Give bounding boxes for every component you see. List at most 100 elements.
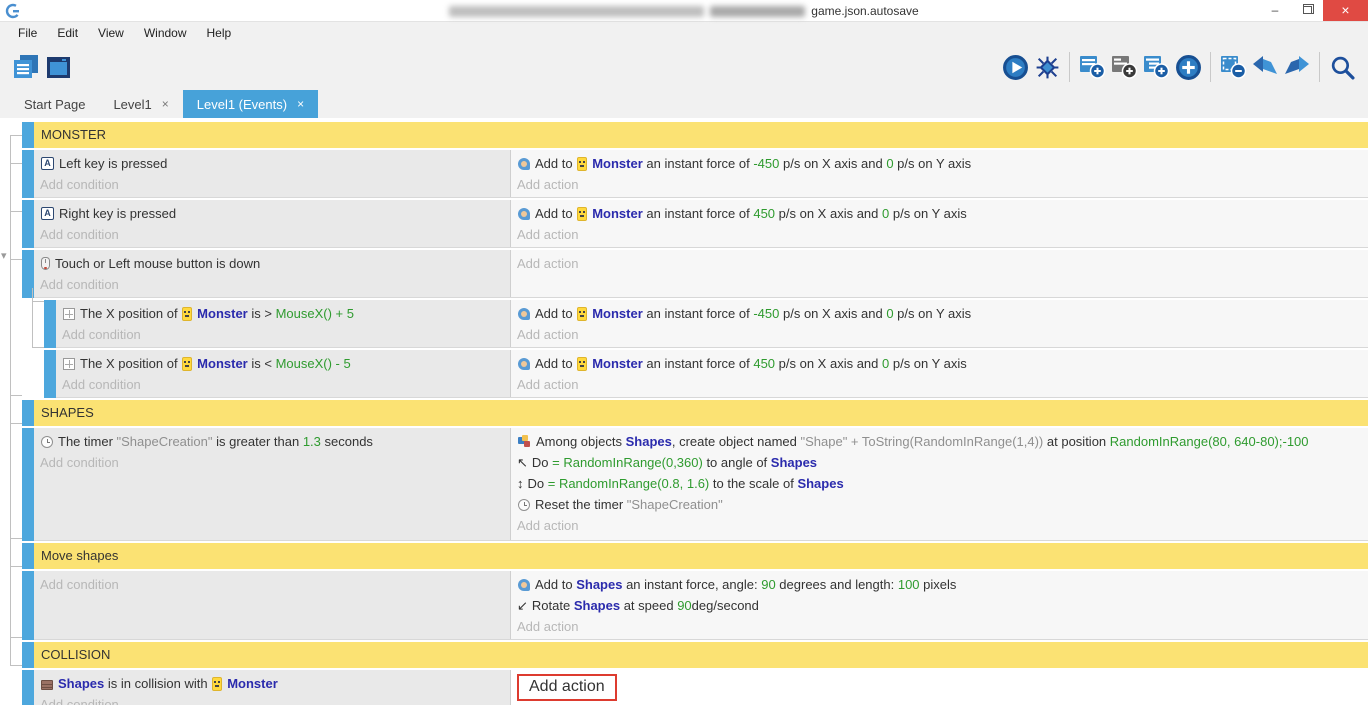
add-action-button[interactable]: Add action	[517, 253, 1368, 274]
add-condition-button[interactable]: Add condition	[40, 574, 510, 595]
actions-cell[interactable]: Add to Monster an instant force of 450 p…	[510, 350, 1368, 397]
restore-icon[interactable]	[1291, 0, 1323, 21]
comment-text[interactable]: COLLISION	[34, 642, 1368, 668]
action-line[interactable]: Add to Monster an instant force of -450 …	[517, 303, 1368, 324]
actions-cell[interactable]: Add to Shapes an instant force, angle: 9…	[510, 571, 1368, 639]
tab-close-icon[interactable]: ×	[297, 97, 304, 111]
keyboard-key-icon	[41, 207, 54, 220]
add-condition-button[interactable]: Add condition	[40, 694, 510, 705]
action-line[interactable]: Reset the timer "ShapeCreation"	[517, 494, 1368, 515]
search-icon[interactable]	[1326, 50, 1358, 84]
project-manager-icon[interactable]	[10, 50, 42, 84]
event-selection-bar[interactable]	[22, 122, 34, 148]
condition-line[interactable]: Left key is pressed	[40, 153, 510, 174]
action-line[interactable]: Rotate Shapes at speed 90deg/second	[517, 595, 1368, 616]
collapse-arrow-icon[interactable]: ▾	[1, 251, 7, 261]
event-selection-bar[interactable]	[44, 350, 56, 398]
conditions-cell[interactable]: Add condition	[34, 571, 510, 639]
conditions-cell[interactable]: The X position of Monster is < MouseX() …	[56, 350, 510, 397]
add-condition-button[interactable]: Add condition	[62, 324, 510, 345]
action-line[interactable]: Add to Monster an instant force of -450 …	[517, 153, 1368, 174]
add-subevent-icon[interactable]	[1140, 50, 1172, 84]
monster-icon	[577, 207, 587, 221]
condition-line[interactable]: Touch or Left mouse button is down	[40, 253, 510, 274]
force-icon	[518, 308, 530, 320]
remove-event-icon[interactable]	[1217, 50, 1249, 84]
actions-cell[interactable]: Among objects Shapes, create object name…	[510, 428, 1368, 540]
comment-text[interactable]: Move shapes	[34, 543, 1368, 569]
event-selection-bar[interactable]	[22, 670, 34, 705]
add-comment-icon[interactable]	[1108, 50, 1140, 84]
force-icon	[518, 358, 530, 370]
tab-start-page[interactable]: Start Page	[10, 90, 99, 118]
add-action-button[interactable]: Add action	[517, 374, 1368, 395]
add-action-button[interactable]: Add action	[517, 324, 1368, 345]
action-line[interactable]: Add to Monster an instant force of 450 p…	[517, 353, 1368, 374]
add-condition-button[interactable]: Add condition	[40, 224, 510, 245]
action-line[interactable]: Among objects Shapes, create object name…	[517, 431, 1368, 452]
conditions-cell[interactable]: The X position of Monster is > MouseX() …	[56, 300, 510, 347]
undo-icon[interactable]	[1249, 50, 1281, 84]
event-selection-bar[interactable]	[22, 400, 34, 426]
actions-cell[interactable]: Add action	[510, 250, 1368, 297]
add-condition-button[interactable]: Add condition	[40, 274, 510, 295]
action-line[interactable]: Add to Monster an instant force of 450 p…	[517, 203, 1368, 224]
tree-connector-line	[10, 135, 11, 665]
actions-cell[interactable]: Add to Monster an instant force of 450 p…	[510, 200, 1368, 247]
tab-level1-events[interactable]: Level1 (Events) ×	[183, 90, 318, 118]
rotate-icon	[517, 595, 528, 616]
event-selection-bar[interactable]	[22, 428, 34, 541]
actions-cell[interactable]: Add to Monster an instant force of -450 …	[510, 300, 1368, 347]
event-selection-bar[interactable]	[22, 200, 34, 248]
menu-file[interactable]: File	[8, 22, 47, 44]
add-condition-button[interactable]: Add condition	[62, 374, 510, 395]
menu-view[interactable]: View	[88, 22, 134, 44]
debug-icon[interactable]	[1031, 50, 1063, 84]
add-action-button[interactable]: Add action	[517, 616, 1368, 637]
action-line[interactable]: Add to Shapes an instant force, angle: 9…	[517, 574, 1368, 595]
add-action-button[interactable]: Add action	[517, 515, 1368, 536]
actions-cell[interactable]: Add to Monster an instant force of -450 …	[510, 150, 1368, 197]
conditions-cell[interactable]: Touch or Left mouse button is down Add c…	[34, 250, 510, 297]
add-new-icon[interactable]	[1172, 50, 1204, 84]
add-action-highlighted-button[interactable]: Add action	[517, 674, 617, 701]
scene-editor-icon[interactable]	[42, 50, 74, 84]
monster-icon	[212, 677, 222, 691]
conditions-cell[interactable]: Right key is pressed Add condition	[34, 200, 510, 247]
tree-connector-line	[10, 395, 22, 396]
add-condition-button[interactable]: Add condition	[40, 452, 510, 473]
close-icon[interactable]: ×	[1323, 0, 1368, 21]
condition-line[interactable]: The X position of Monster is < MouseX() …	[62, 353, 510, 374]
condition-line[interactable]: Right key is pressed	[40, 203, 510, 224]
condition-line[interactable]: The X position of Monster is > MouseX() …	[62, 303, 510, 324]
event-selection-bar[interactable]	[22, 642, 34, 668]
event-selection-bar[interactable]	[22, 571, 34, 640]
condition-line[interactable]: The timer "ShapeCreation" is greater tha…	[40, 431, 510, 452]
menu-window[interactable]: Window	[134, 22, 197, 44]
menu-help[interactable]: Help	[197, 22, 242, 44]
comment-text[interactable]: MONSTER	[34, 122, 1368, 148]
action-line[interactable]: Do = RandomInRange(0.8, 1.6) to the scal…	[517, 473, 1368, 494]
conditions-cell[interactable]: The timer "ShapeCreation" is greater tha…	[34, 428, 510, 540]
create-icon	[518, 435, 531, 448]
condition-line[interactable]: Shapes is in collision with Monster	[40, 673, 510, 694]
conditions-cell[interactable]: Left key is pressed Add condition	[34, 150, 510, 197]
comment-text[interactable]: SHAPES	[34, 400, 1368, 426]
conditions-cell[interactable]: Shapes is in collision with Monster Add …	[34, 670, 510, 705]
actions-cell[interactable]: Add action	[510, 670, 1368, 705]
event-selection-bar[interactable]	[44, 300, 56, 348]
tab-level1[interactable]: Level1 ×	[99, 90, 182, 118]
redo-icon[interactable]	[1281, 50, 1313, 84]
event-selection-bar[interactable]	[22, 543, 34, 569]
add-action-button[interactable]: Add action	[517, 224, 1368, 245]
action-line[interactable]: Do = RandomInRange(0,360) to angle of Sh…	[517, 452, 1368, 473]
event-selection-bar[interactable]	[22, 150, 34, 198]
tab-close-icon[interactable]: ×	[162, 97, 169, 111]
add-condition-button[interactable]: Add condition	[40, 174, 510, 195]
menu-edit[interactable]: Edit	[47, 22, 88, 44]
tree-connector-line	[32, 347, 44, 348]
minimize-icon[interactable]: –	[1259, 0, 1291, 21]
play-icon[interactable]	[999, 50, 1031, 84]
add-action-button[interactable]: Add action	[517, 174, 1368, 195]
add-event-icon[interactable]	[1076, 50, 1108, 84]
